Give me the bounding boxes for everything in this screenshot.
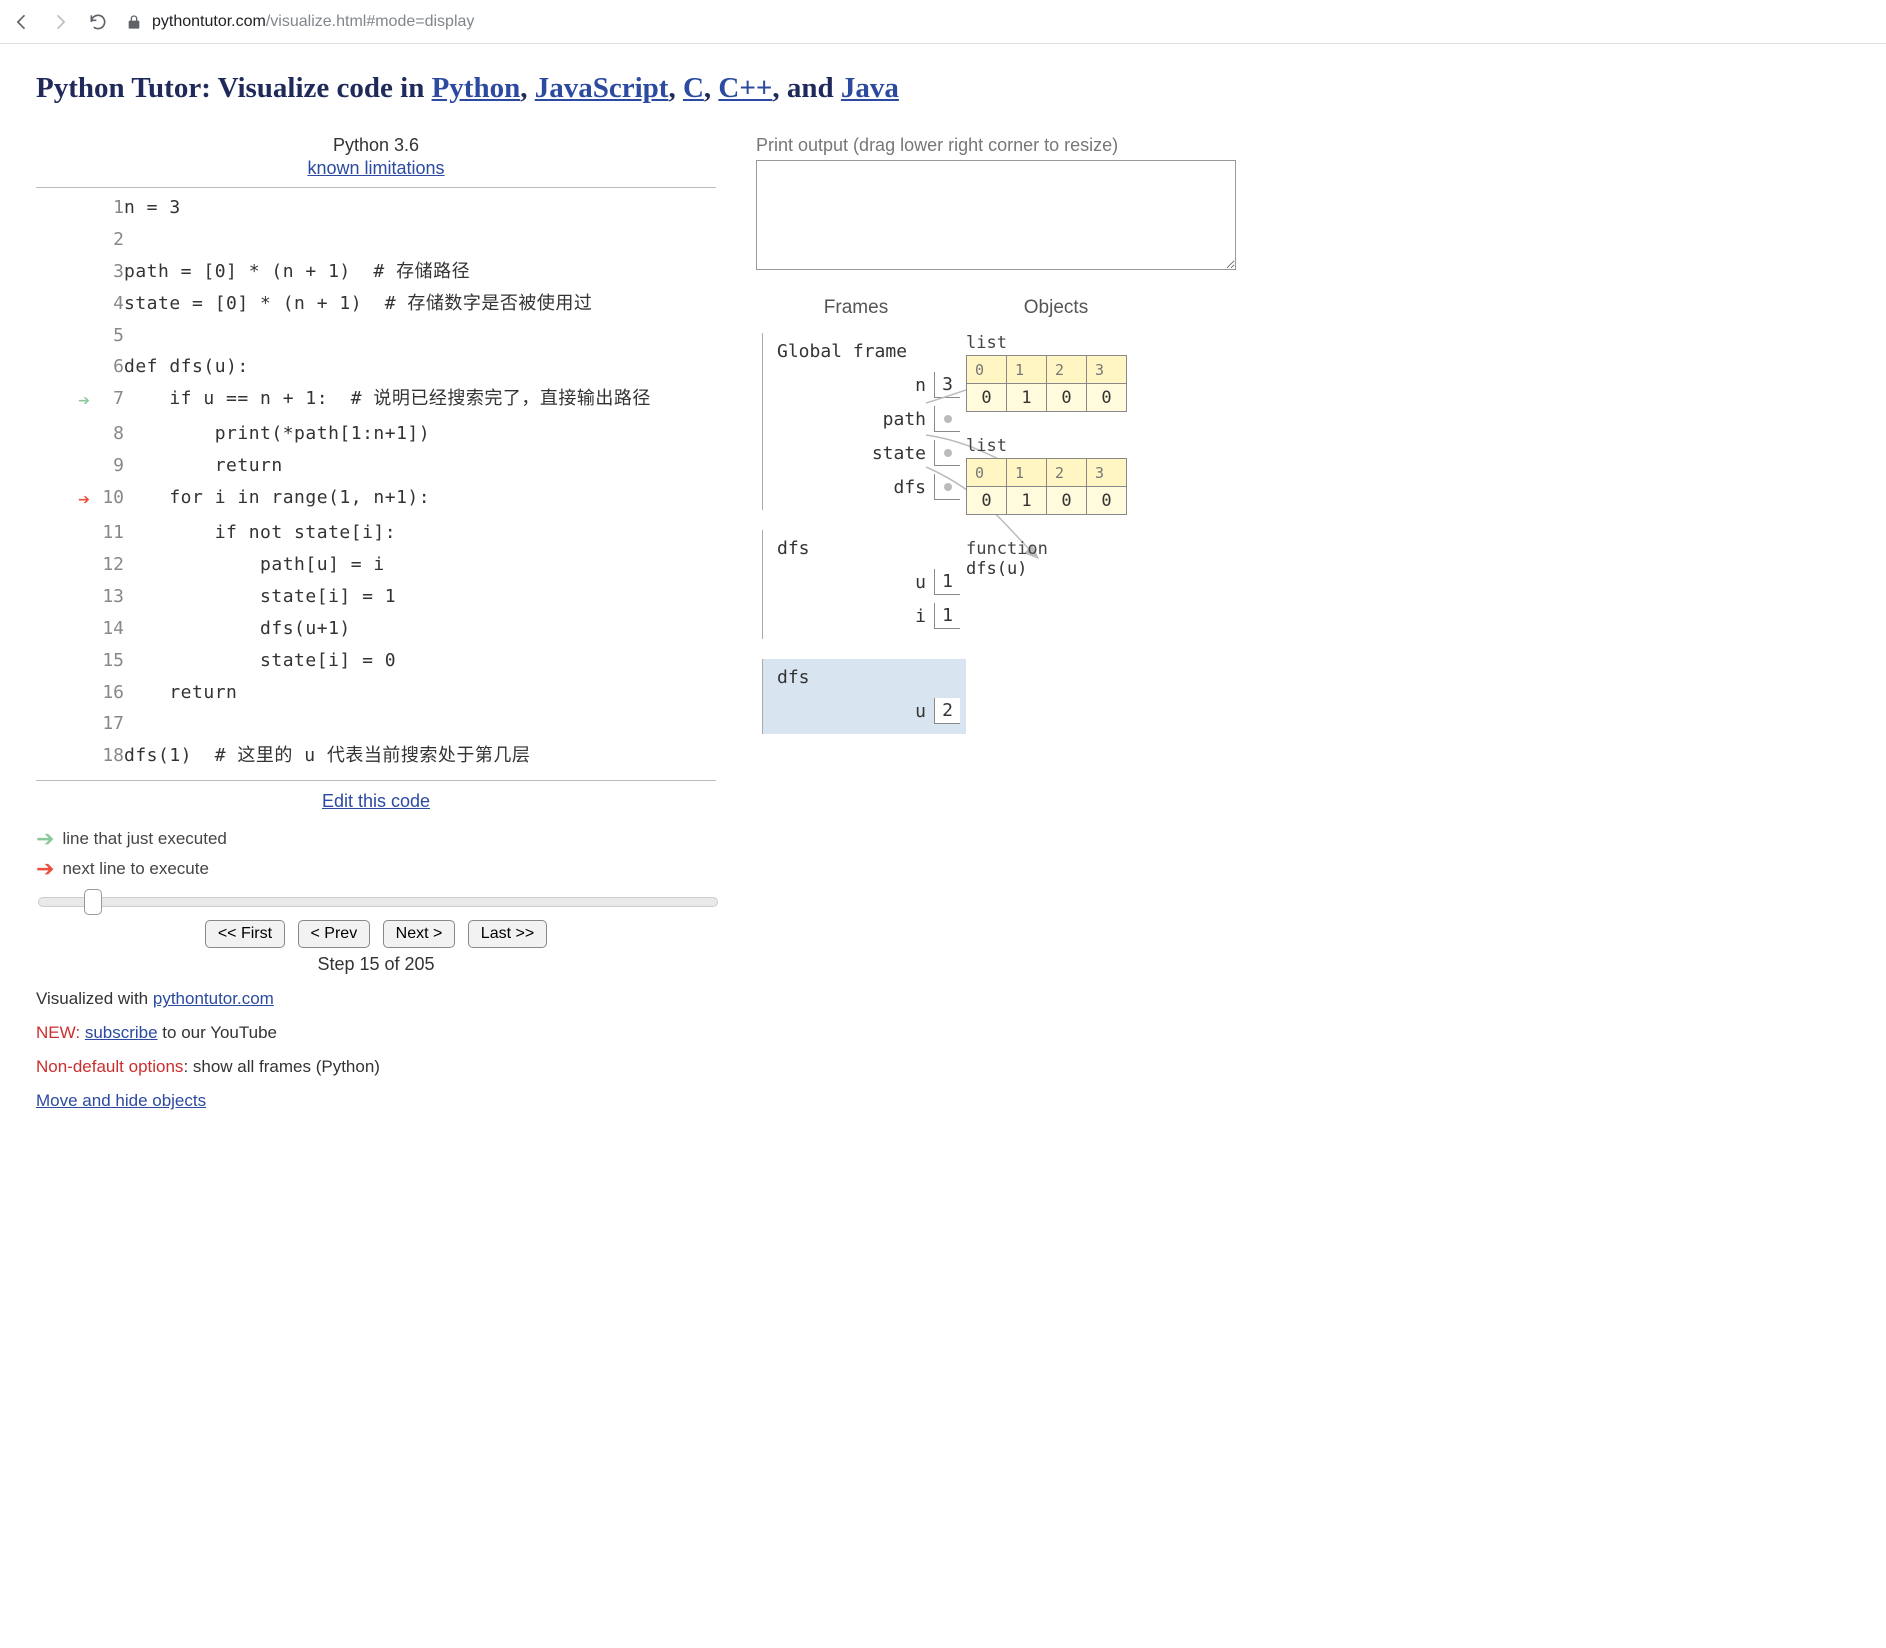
visualization-area: Global framen3pathstatedfsdfsu1i1dfsu2 l… — [756, 333, 1850, 754]
variable-name: u — [915, 701, 926, 722]
variable-name: n — [915, 375, 926, 396]
arrow-next-icon: ➔ — [36, 856, 54, 882]
nondefault-line: Non-default options: show all frames (Py… — [36, 1057, 716, 1077]
code-line: 1n = 3 — [62, 192, 716, 224]
next-button[interactable]: Next > — [383, 920, 456, 948]
code-line: 6def dfs(u): — [62, 351, 716, 383]
forward-icon[interactable] — [50, 12, 70, 32]
objects-header: Objects — [956, 297, 1156, 319]
code-line: 5 — [62, 320, 716, 352]
code-line: 13 state[i] = 1 — [62, 581, 716, 613]
code-listing: 1n = 323path = [0] * (n + 1) # 存储路径4stat… — [62, 192, 716, 772]
function-signature: dfs(u) — [966, 559, 1216, 579]
pythontutor-link[interactable]: pythontutor.com — [153, 989, 274, 1008]
frame-title: Global frame — [773, 339, 966, 368]
title-link-java[interactable]: Java — [841, 72, 899, 104]
value-box: 1 — [934, 569, 960, 595]
frame-title: dfs — [773, 665, 966, 694]
title-link-python[interactable]: Python — [432, 72, 521, 104]
variable-row: n3 — [773, 368, 966, 402]
frame: Global framen3pathstatedfs — [762, 333, 966, 510]
pointer-box — [934, 440, 960, 466]
frame-title: dfs — [773, 536, 966, 565]
variable-name: state — [872, 443, 926, 464]
visualized-with: Visualized with pythontutor.com — [36, 989, 716, 1009]
title-link-c[interactable]: C — [683, 72, 704, 104]
back-icon[interactable] — [12, 12, 32, 32]
variable-row: state — [773, 436, 966, 470]
lock-icon — [126, 14, 142, 30]
title-link-cpp[interactable]: C++ — [718, 72, 772, 104]
variable-row: path — [773, 402, 966, 436]
reload-icon[interactable] — [88, 12, 108, 32]
code-line: 14 dfs(u+1) — [62, 613, 716, 645]
value-box: 2 — [934, 698, 960, 724]
code-line: 15 state[i] = 0 — [62, 645, 716, 677]
divider — [36, 187, 716, 188]
code-line: 3path = [0] * (n + 1) # 存储路径 — [62, 256, 716, 288]
arrow-prev-icon: ➔ — [36, 826, 54, 852]
code-line: ➔7 if u == n + 1: # 说明已经搜索完了，直接输出路径 — [62, 383, 716, 418]
variable-row: u2 — [773, 694, 966, 728]
edit-code-link[interactable]: Edit this code — [322, 791, 430, 811]
legend-next: ➔next line to execute — [36, 856, 716, 882]
page-title: Python Tutor: Visualize code in Python, … — [36, 72, 1850, 105]
code-line: 2 — [62, 224, 716, 256]
known-limitations-link[interactable]: known limitations — [307, 158, 444, 178]
variable-name: u — [915, 572, 926, 593]
variable-row: dfs — [773, 470, 966, 504]
legend-prev: ➔line that just executed — [36, 826, 716, 852]
last-button[interactable]: Last >> — [468, 920, 547, 948]
print-output[interactable] — [756, 160, 1236, 270]
step-label: Step 15 of 205 — [36, 954, 716, 975]
code-line: 16 return — [62, 677, 716, 709]
youtube-line: NEW: subscribe to our YouTube — [36, 1023, 716, 1043]
variable-name: dfs — [893, 477, 926, 498]
value-box: 1 — [934, 603, 960, 629]
title-prefix: Python Tutor: Visualize code in — [36, 72, 432, 104]
object-list-state: list 01230100 — [966, 436, 1216, 515]
pointer-box — [934, 474, 960, 500]
pointer-box — [934, 406, 960, 432]
print-output-label: Print output (drag lower right corner to… — [756, 135, 1850, 156]
code-line: 11 if not state[i]: — [62, 517, 716, 549]
move-hide-link[interactable]: Move and hide objects — [36, 1091, 206, 1110]
variable-row: u1 — [773, 565, 966, 599]
value-box: 3 — [934, 372, 960, 398]
python-version: Python 3.6 — [36, 135, 716, 156]
arrow-next-icon: ➔ — [78, 487, 90, 511]
frames-header: Frames — [756, 297, 956, 319]
variable-name: path — [883, 409, 926, 430]
object-list-path: list 01230100 — [966, 333, 1216, 412]
code-line: 9 return — [62, 450, 716, 482]
prev-button[interactable]: < Prev — [298, 920, 371, 948]
address-bar[interactable]: pythontutor.com/visualize.html#mode=disp… — [126, 13, 1874, 31]
code-line: 12 path[u] = i — [62, 549, 716, 581]
url-host: pythontutor.com — [152, 13, 266, 30]
browser-toolbar: pythontutor.com/visualize.html#mode=disp… — [0, 0, 1886, 44]
code-line: 8 print(*path[1:n+1]) — [62, 418, 716, 450]
url-path: /visualize.html#mode=display — [266, 13, 475, 30]
code-line: 4state = [0] * (n + 1) # 存储数字是否被使用过 — [62, 288, 716, 320]
code-line: 18dfs(1) # 这里的 u 代表当前搜索处于第几层 — [62, 740, 716, 772]
divider — [36, 780, 716, 781]
variable-name: i — [915, 606, 926, 627]
subscribe-link[interactable]: subscribe — [85, 1023, 158, 1042]
frame: dfsu1i1 — [762, 530, 966, 639]
title-link-javascript[interactable]: JavaScript — [535, 72, 669, 104]
variable-row: i1 — [773, 599, 966, 633]
step-slider[interactable] — [38, 897, 718, 907]
object-function: function dfs(u) — [966, 539, 1216, 579]
code-line: 17 — [62, 708, 716, 740]
first-button[interactable]: << First — [205, 920, 285, 948]
code-line: ➔10 for i in range(1, n+1): — [62, 482, 716, 517]
frame: dfsu2 — [762, 659, 966, 734]
arrow-prev-icon: ➔ — [78, 388, 90, 412]
